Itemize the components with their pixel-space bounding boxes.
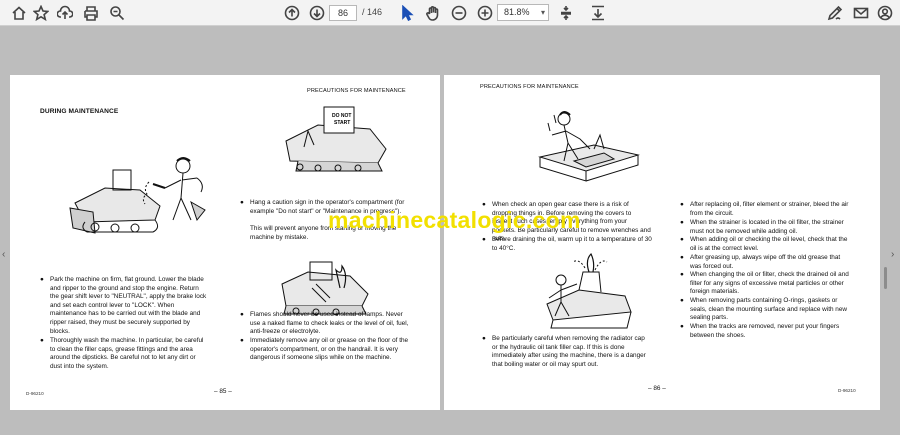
list-item: ● When removing parts containing O-rings… <box>680 297 850 323</box>
radiator-cap-illustration <box>546 252 632 329</box>
bullet-icon: ● <box>680 323 684 330</box>
section-title: DURING MAINTENANCE <box>40 108 119 115</box>
bullet-text: Flames should never be used instead of l… <box>250 311 409 336</box>
bullet-icon: ● <box>680 219 684 226</box>
bullet-icon: ● <box>240 337 244 344</box>
list-item: ● Park the machine on firm, flat ground.… <box>40 276 208 336</box>
list-item: ● When the strainer is located in the oi… <box>680 219 850 236</box>
bullet-icon: ● <box>40 276 44 283</box>
bullet-icon: ● <box>240 199 244 206</box>
bullet-text: When adding oil or checking the oil leve… <box>690 236 848 252</box>
bullet-text: When the strainer is located in the oil … <box>690 219 844 235</box>
bullet-icon: ● <box>680 297 684 304</box>
list-item: ● After greasing up, always wipe off the… <box>680 254 850 271</box>
bullet-text: When the tracks are removed, never put y… <box>690 323 840 339</box>
bullet-icon: ● <box>40 337 44 344</box>
list-item: ● Thoroughly wash the machine. In partic… <box>40 337 208 371</box>
download-icon[interactable] <box>589 4 607 22</box>
running-head: PRECAUTIONS FOR MAINTENANCE <box>307 88 406 94</box>
bullet-text: When changing the oil or filter, check t… <box>690 271 849 296</box>
page-85: PRECAUTIONS FOR MAINTENANCE DURING MAINT… <box>10 75 440 410</box>
bullet-icon: ● <box>482 236 486 243</box>
bullet-text: Immediately remove any oil or grease on … <box>250 337 409 362</box>
list-item: ● When adding oil or checking the oil le… <box>680 236 850 253</box>
page-up-icon[interactable] <box>283 4 301 22</box>
account-icon[interactable] <box>876 4 894 22</box>
page-total-label: / 146 <box>362 7 383 17</box>
bullet-icon: ● <box>482 335 486 342</box>
sign-icon[interactable] <box>826 4 844 22</box>
bullet-icon: ● <box>680 271 684 278</box>
bullet-text: Be particularly careful when removing th… <box>492 335 646 368</box>
bullet-text: Thoroughly wash the machine. In particul… <box>50 337 204 370</box>
print-icon[interactable] <box>82 4 100 22</box>
list-item: ● When changing the oil or filter, check… <box>680 271 850 297</box>
bullet-text: After greasing up, always wipe off the o… <box>690 254 841 270</box>
zoom-value: 81.8% <box>504 7 530 17</box>
pdf-toolbar: 86 / 146 81.8% ▾ <box>0 0 900 26</box>
list-item: ● Immediately remove any oil or grease o… <box>240 337 410 363</box>
zoom-select[interactable]: 81.8% ▾ <box>497 4 549 21</box>
fit-icon[interactable] <box>557 4 575 22</box>
document-viewer[interactable]: ‹ › PRECAUTIONS FOR MAINTENANCE DURING M… <box>0 27 900 435</box>
bullet-text: Park the machine on firm, flat ground. L… <box>50 276 207 335</box>
chevron-down-icon: ▾ <box>540 8 545 17</box>
list-item: ● Before draining the oil, warm up it to… <box>482 236 652 253</box>
sign-text-start: START <box>334 120 350 126</box>
hand-icon[interactable] <box>424 4 442 22</box>
bullet-text: When removing parts containing O-rings, … <box>690 297 848 322</box>
page-number-input[interactable]: 86 <box>329 5 357 21</box>
sign-text-do-not: DO NOT <box>332 113 351 119</box>
list-item: ● After replacing oil, filter element or… <box>680 201 850 218</box>
caution-sign-illustration: DO NOT START <box>285 106 387 172</box>
list-item: ● Flames should never be used instead of… <box>240 311 410 337</box>
zoom-in-icon[interactable] <box>476 4 494 22</box>
zoom-out-icon[interactable] <box>450 4 468 22</box>
select-cursor-icon[interactable] <box>398 4 416 22</box>
star-icon[interactable] <box>32 4 50 22</box>
page-down-icon[interactable] <box>308 4 326 22</box>
bullet-icon: ● <box>240 311 244 318</box>
bullet-text: Before draining the oil, warm up it to a… <box>492 236 652 252</box>
gear-case-illustration <box>538 111 640 182</box>
page-number: – 86 – <box>648 385 666 392</box>
running-head: PRECAUTIONS FOR MAINTENANCE <box>480 84 579 90</box>
doc-code: D-96210 <box>26 391 44 396</box>
bullet-icon: ● <box>680 201 684 208</box>
prev-page-arrow-icon[interactable]: ‹ <box>2 249 5 260</box>
page-number: – 85 – <box>214 388 232 395</box>
page-86: PRECAUTIONS FOR MAINTENANCE ● When check… <box>444 75 880 410</box>
zoom-search-icon[interactable] <box>108 4 126 22</box>
watermark-text: machinecatalogic.com <box>328 207 581 233</box>
washing-dozer-illustration <box>69 157 206 234</box>
bullet-icon: ● <box>680 254 684 261</box>
list-item: ● When the tracks are removed, never put… <box>680 323 850 340</box>
doc-code: D-96210 <box>838 388 856 393</box>
list-item: ● Be particularly careful when removing … <box>482 335 652 369</box>
upload-icon[interactable] <box>56 4 74 22</box>
bullet-text: After replacing oil, filter element or s… <box>690 201 849 217</box>
bullet-icon: ● <box>680 236 684 243</box>
vertical-scrollbar[interactable] <box>884 267 887 289</box>
home-icon[interactable] <box>10 4 28 22</box>
next-page-arrow-icon[interactable]: › <box>891 249 894 260</box>
mail-icon[interactable] <box>852 4 870 22</box>
